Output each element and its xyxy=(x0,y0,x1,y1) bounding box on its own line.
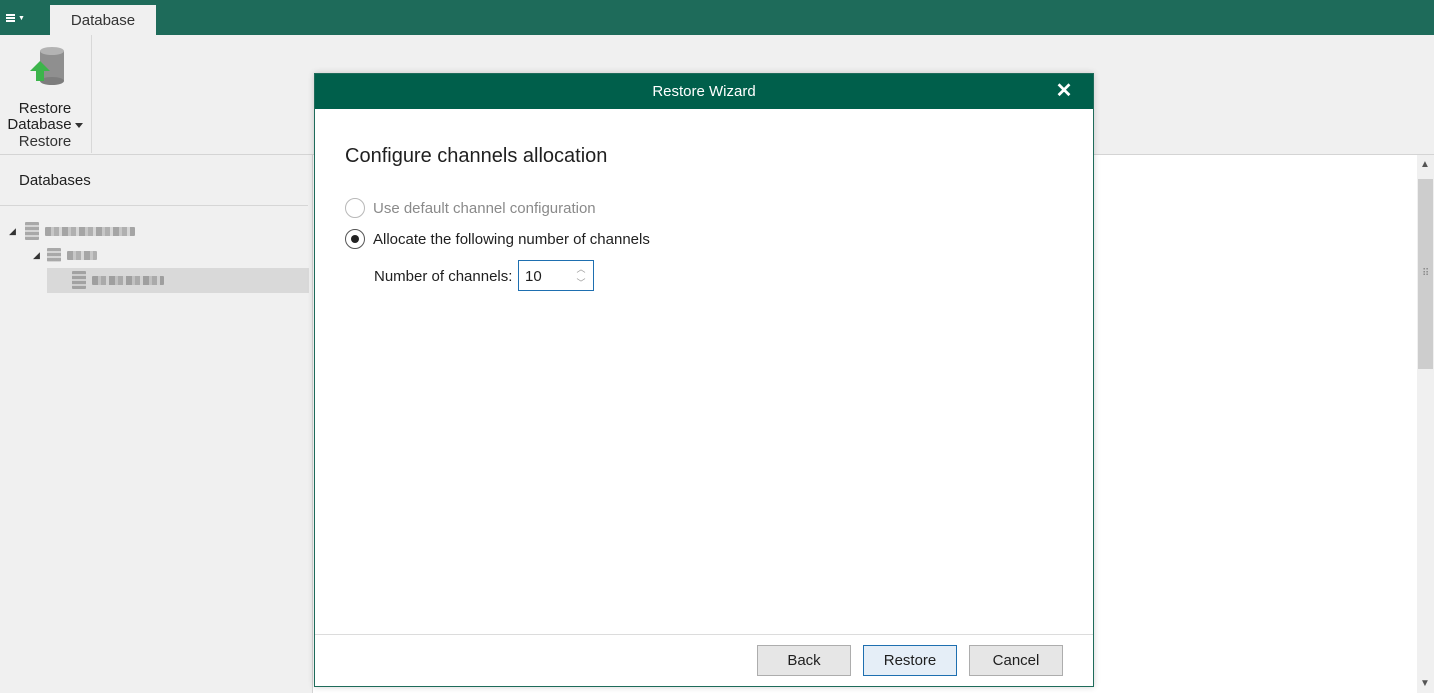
radio-label: Allocate the following number of channel… xyxy=(373,230,650,248)
scroll-up-icon[interactable]: ▲ xyxy=(1420,159,1430,170)
dialog-title: Restore Wizard xyxy=(652,83,756,100)
hamburger-menu-icon xyxy=(6,14,15,22)
ribbon-group-caption: Restore xyxy=(18,133,72,150)
decrement-icon[interactable]: ﹀ xyxy=(571,276,591,290)
chevron-down-icon: ▼ xyxy=(18,14,25,22)
database-restore-icon xyxy=(30,47,64,85)
restore-database-button[interactable]: Restore Database xyxy=(4,43,86,133)
channels-input[interactable] xyxy=(525,266,569,286)
radio-default-channels[interactable]: Use default channel configuration xyxy=(345,198,596,218)
channels-stepper[interactable]: ︿ ﹀ xyxy=(518,260,594,291)
cancel-button[interactable]: Cancel xyxy=(969,645,1063,676)
server-icon xyxy=(25,222,39,240)
restore-database-label-line2: Database xyxy=(7,116,72,133)
channels-label: Number of channels: xyxy=(374,268,513,285)
restore-button[interactable]: Restore xyxy=(863,645,957,676)
footer-divider xyxy=(315,634,1093,635)
scroll-thumb[interactable]: ⠿ xyxy=(1418,179,1433,369)
instance-icon xyxy=(47,248,61,262)
dialog-titlebar: Restore Wizard ✕ xyxy=(315,74,1093,109)
tree-node-instance[interactable]: ◢ xyxy=(33,243,97,267)
radio-button[interactable] xyxy=(345,229,365,249)
restore-database-label: Restore Database xyxy=(4,101,86,133)
tree-node-database[interactable] xyxy=(72,268,164,292)
tab-database[interactable]: Database xyxy=(50,5,156,35)
restore-wizard-dialog: Restore Wizard ✕ Configure channels allo… xyxy=(314,73,1094,687)
close-button[interactable]: ✕ xyxy=(1053,80,1075,102)
tree-node-label-redacted xyxy=(45,226,135,236)
scroll-down-icon[interactable]: ▼ xyxy=(1420,678,1430,689)
top-bar: ▼ Database xyxy=(0,0,1434,35)
databases-pane: Databases ◢ ◢ xyxy=(0,155,313,693)
dropdown-caret-icon xyxy=(74,122,83,128)
tree-expand-icon[interactable]: ◢ xyxy=(9,226,19,237)
restore-database-label-line1: Restore xyxy=(18,100,72,117)
increment-icon[interactable]: ︿ xyxy=(571,262,591,276)
step-heading: Configure channels allocation xyxy=(345,145,608,167)
main-menu-button[interactable]: ▼ xyxy=(6,8,40,28)
tree-expand-icon[interactable]: ◢ xyxy=(33,250,43,261)
radio-button[interactable] xyxy=(345,198,365,218)
ribbon-group-restore: Restore Database Restore xyxy=(0,35,92,153)
tree-node-label-redacted xyxy=(92,275,164,285)
vertical-scrollbar[interactable]: ▲ ⠿ ▼ xyxy=(1417,155,1434,693)
radio-allocate-channels[interactable]: Allocate the following number of channel… xyxy=(345,229,650,249)
tree-node-server[interactable]: ◢ xyxy=(9,219,135,243)
pane-title: Databases xyxy=(19,172,91,189)
tree-node-label-redacted xyxy=(67,250,97,260)
grip-icon: ⠿ xyxy=(1422,268,1429,279)
back-button[interactable]: Back xyxy=(757,645,851,676)
database-icon xyxy=(72,271,86,289)
close-icon: ✕ xyxy=(1055,80,1073,102)
pane-divider xyxy=(0,205,308,206)
radio-label: Use default channel configuration xyxy=(373,199,596,217)
